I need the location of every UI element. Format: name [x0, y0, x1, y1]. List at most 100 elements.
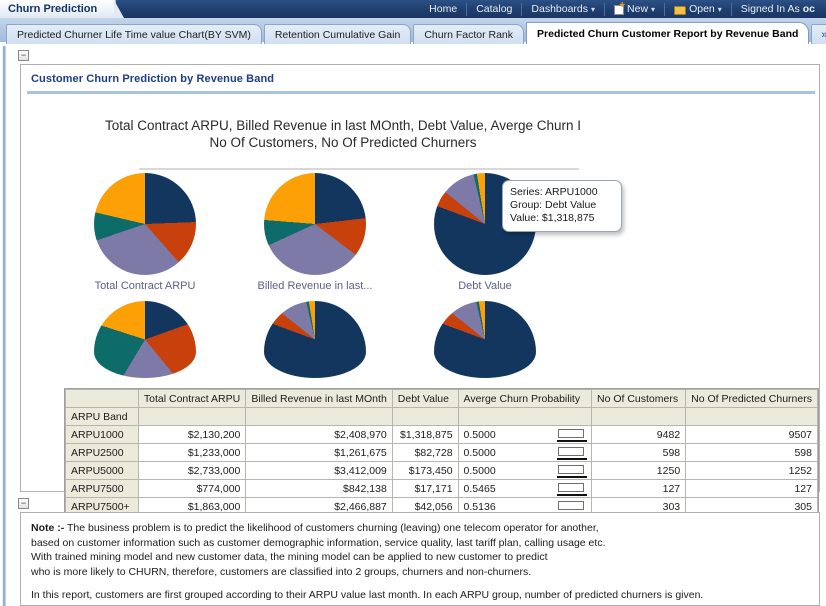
pie-chart-panel: Total Contract ARPU, Billed Revenue in l…	[41, 105, 801, 435]
table-subheader-row: ARPU Band	[65, 407, 818, 426]
tab-predicted-churn-customer-report[interactable]: Predicted Churn Customer Report by Reven…	[526, 22, 810, 44]
nav-catalog-label: Catalog	[476, 3, 513, 15]
churn-probability-bar	[557, 465, 584, 474]
th-no-of-customers[interactable]: No Of Customers	[590, 389, 687, 408]
note-spacer	[31, 579, 809, 588]
td-debt-value: $1,318,875	[391, 425, 459, 444]
chevron-down-icon: ▾	[591, 5, 596, 14]
note-collapse-button[interactable]: −	[18, 498, 29, 509]
churn-probability-baseline	[556, 494, 587, 496]
td-averge-churn-probability: 0.5000	[457, 461, 592, 480]
page-left-rail	[0, 46, 8, 606]
note-line-2: based on customer information such as cu…	[31, 536, 606, 549]
churn-probability-value: 0.5000	[463, 446, 496, 459]
chart-title: Total Contract ARPU, Billed Revenue in l…	[63, 117, 623, 151]
td-no-of-customers: 598	[590, 443, 687, 462]
tooltip-series: Series: ARPU1000	[510, 186, 598, 198]
report-section-body: Customer Churn Prediction by Revenue Ban…	[20, 64, 820, 517]
td-billed-revenue: $842,138	[245, 479, 393, 498]
nav-dashboards-label: Dashboards	[531, 3, 589, 15]
tab-churn-factor-rank[interactable]: Churn Factor Rank	[413, 24, 525, 44]
th-no-of-predicted-churners[interactable]: No Of Predicted Churners	[685, 389, 818, 408]
tab-retention-cumulative-gain[interactable]: Retention Cumulative Gain	[263, 24, 412, 44]
td-no-of-customers: 127	[590, 479, 687, 498]
th-billed-revenue[interactable]: Billed Revenue in last MOnth	[245, 389, 393, 408]
churn-probability-bar	[557, 483, 584, 492]
note-line1-text: The business problem is to predict the l…	[64, 522, 599, 534]
new-page-icon	[614, 1, 625, 15]
note-line-4: who is more likely to CHURN, therefore, …	[31, 565, 532, 578]
table-row: ARPU7500 $774,000 $842,138 $17,171 0.546…	[65, 479, 818, 498]
pie-grid: Total Contract ARPU Billed Revenue in la…	[41, 173, 801, 393]
dashboard-tab-strip: Predicted Churner Life Time value Chart(…	[0, 18, 826, 44]
application-window: Churn Prediction Home Catalog Dashboards…	[0, 0, 826, 606]
tab-predicted-churner-life-time-value[interactable]: Predicted Churner Life Time value Chart(…	[6, 24, 262, 44]
nav-signed-in-as[interactable]: Signed In As oc	[732, 0, 824, 18]
table-row: ARPU2500 $1,233,000 $1,261,675 $82,728 0…	[65, 443, 818, 462]
title-divider	[27, 91, 815, 94]
signed-in-user: oc	[802, 3, 815, 15]
tooltip-group: Group: Debt Value	[510, 199, 597, 211]
nav-dashboards[interactable]: Dashboards ▾	[522, 0, 604, 18]
global-nav: Home Catalog Dashboards ▾ New ▾ Open ▾	[420, 0, 824, 18]
signed-in-as-label: Signed In As	[740, 3, 800, 15]
pie-chart-averge-churn-probability[interactable]	[94, 301, 196, 378]
pie-chart-total-contract-arpu[interactable]	[94, 173, 196, 275]
nav-new[interactable]: New ▾	[605, 0, 664, 18]
dashboard-name-tab[interactable]: Churn Prediction	[0, 0, 125, 18]
churn-probability-bar	[557, 429, 584, 438]
churn-probability-value: 0.5465	[463, 482, 496, 495]
td-total-contract-arpu: $1,233,000	[137, 443, 247, 462]
td-debt-value: $17,171	[391, 479, 459, 498]
pie-cell-billed-revenue[interactable]: Billed Revenue in last...	[225, 173, 405, 292]
th-averge-churn-probability[interactable]: Averge Churn Probability	[457, 389, 592, 408]
td-spacer	[590, 407, 687, 426]
td-averge-churn-probability: 0.5000	[457, 443, 592, 462]
td-no-of-predicted-churners: 1252	[685, 461, 818, 480]
td-billed-revenue: $1,261,675	[245, 443, 393, 462]
td-band[interactable]: ARPU2500	[65, 443, 139, 462]
table-header-row: Total Contract ARPU Billed Revenue in la…	[65, 389, 818, 408]
td-band[interactable]: ARPU7500	[65, 479, 139, 498]
td-total-contract-arpu: $2,733,000	[137, 461, 247, 480]
td-band[interactable]: ARPU5000	[65, 461, 139, 480]
nav-new-label: New	[627, 3, 649, 15]
td-averge-churn-probability: 0.5465	[457, 479, 592, 498]
th-total-contract-arpu[interactable]: Total Contract ARPU	[137, 389, 247, 408]
nav-home-label: Home	[429, 3, 458, 15]
td-spacer	[457, 407, 592, 426]
td-averge-churn-probability: 0.5000	[457, 425, 592, 444]
tab-overflow-icon[interactable]: »	[811, 24, 826, 44]
pie-row-bottom	[41, 301, 801, 393]
pie-chart-no-of-predicted-churners[interactable]	[434, 301, 536, 378]
pie-cell-no-of-customers[interactable]	[225, 301, 405, 378]
dashboard-tabs: Predicted Churner Life Time value Chart(…	[6, 22, 826, 44]
chart-tooltip: Series: ARPU1000 Group: Debt Value Value…	[502, 180, 622, 232]
chevron-down-icon: ▾	[717, 5, 722, 14]
td-debt-value: $173,450	[391, 461, 459, 480]
note-label: Note :-	[31, 522, 65, 534]
th-debt-value[interactable]: Debt Value	[391, 389, 459, 408]
table-row: ARPU5000 $2,733,000 $3,412,009 $173,450 …	[65, 461, 818, 480]
nav-catalog[interactable]: Catalog	[467, 0, 521, 18]
nav-open[interactable]: Open ▾	[665, 0, 731, 18]
td-band[interactable]: ARPU1000	[65, 425, 139, 444]
churn-probability-baseline	[556, 458, 587, 460]
pie-cell-averge-churn-probability[interactable]	[55, 301, 235, 378]
nav-home[interactable]: Home	[420, 0, 466, 18]
td-no-of-predicted-churners: 598	[685, 443, 818, 462]
note-text: Note :- The business problem is to predi…	[31, 521, 809, 605]
pie-cell-no-of-predicted-churners[interactable]	[395, 301, 575, 378]
section-collapse-button[interactable]: −	[18, 50, 29, 61]
chart-title-divider	[139, 168, 579, 170]
pie-chart-billed-revenue[interactable]	[264, 173, 366, 275]
chart-title-line2: No Of Customers, No Of Predicted Churner…	[209, 135, 477, 150]
table-row: ARPU1000 $2,130,200 $2,408,970 $1,318,87…	[65, 425, 818, 444]
pie-chart-no-of-customers[interactable]	[264, 301, 366, 378]
pie-label-total-contract-arpu: Total Contract ARPU	[94, 280, 196, 292]
report-section: − Customer Churn Prediction by Revenue B…	[8, 46, 826, 517]
pie-cell-total-contract-arpu[interactable]: Total Contract ARPU	[55, 173, 235, 292]
td-no-of-customers: 1250	[590, 461, 687, 480]
page-title: Customer Churn Prediction by Revenue Ban…	[31, 73, 275, 85]
chevron-down-icon: ▾	[651, 5, 656, 14]
